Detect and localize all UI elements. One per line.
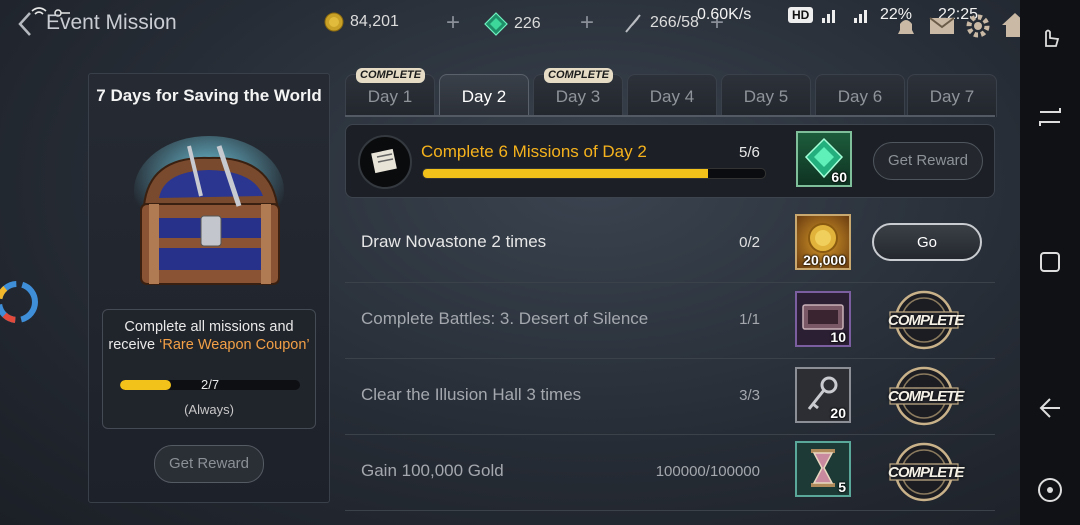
network-speed: 0.60K/s: [697, 6, 752, 23]
tab-label: Day 7: [929, 87, 975, 106]
mission-row: Draw Novastone 2 times 0/2 20,000 Go: [345, 206, 995, 281]
main-mission-progress-fill: [423, 169, 708, 178]
bell-icon[interactable]: [894, 14, 918, 40]
event-summary-panel: 7 Days for Saving the World Complete all…: [88, 73, 330, 503]
gear-icon[interactable]: [964, 12, 992, 40]
complete-badge: COMPLETE: [356, 68, 426, 83]
main-mission-count: 5/6: [739, 144, 760, 161]
mission-count: 1/1: [739, 311, 760, 328]
row-divider: [345, 510, 995, 511]
hourglass-reward[interactable]: 5: [795, 441, 851, 497]
page-title: Event Mission: [46, 11, 177, 34]
event-note: (Always): [184, 402, 234, 417]
tab-label: Day 4: [649, 87, 695, 106]
gold-reward[interactable]: 20,000: [795, 214, 851, 270]
tab-label: Day 3: [555, 87, 601, 106]
add-gold-button[interactable]: +: [446, 9, 460, 37]
mission-count: 100000/100000: [655, 463, 760, 480]
nav-back-icon[interactable]: [1036, 394, 1064, 422]
gem-counter: 226: [484, 12, 541, 36]
complete-stamp: COMPLETE: [888, 440, 964, 504]
ticket-reward[interactable]: 10: [795, 291, 851, 347]
reward-quantity: 20,000: [803, 252, 846, 268]
home-square-icon[interactable]: [1036, 248, 1064, 276]
event-desc-line1: Complete all missions and: [124, 319, 294, 335]
main-mission-title: Complete 6 Missions of Day 2: [421, 142, 647, 161]
event-description-box: Complete all missions and receive ‘Rare …: [102, 309, 316, 429]
event-description: Complete all missions and receive ‘Rare …: [103, 318, 315, 354]
complete-stamp: COMPLETE: [888, 364, 964, 428]
event-title: 7 Days for Saving the World: [96, 86, 322, 105]
event-get-reward-button[interactable]: Get Reward: [154, 445, 264, 483]
tab-day-6[interactable]: Day 6: [815, 74, 905, 117]
hd-badge: HD: [788, 7, 814, 23]
event-desc-prefix: receive: [108, 337, 160, 353]
mission-row: Clear the Illusion Hall 3 times 3/3 20 C…: [345, 359, 995, 434]
tab-label: Day 5: [743, 87, 789, 106]
top-bar: Event Mission 84,201 + 226 + 266/58 + 0.…: [0, 0, 1028, 48]
stamina-counter: 266/58: [622, 12, 699, 34]
complete-label: COMPLETE: [888, 312, 964, 329]
reward-quantity: 60: [831, 169, 847, 185]
main-get-reward-button[interactable]: Get Reward: [873, 142, 983, 180]
tab-label: Day 1: [367, 87, 413, 106]
event-progress-text: 2/7: [201, 377, 220, 392]
reward-quantity: 5: [838, 479, 846, 495]
mission-text: Gain 100,000 Gold: [361, 461, 504, 480]
feather-icon: [625, 14, 641, 33]
recent-apps-icon[interactable]: [1036, 102, 1064, 130]
gold-coin-icon: [324, 12, 344, 32]
complete-badge: COMPLETE: [544, 68, 614, 83]
complete-stamp: COMPLETE: [888, 288, 964, 352]
gem-reward[interactable]: 60: [796, 131, 852, 187]
main-mission-progress-bar: [422, 168, 766, 179]
mission-count: 0/2: [739, 234, 760, 251]
signal-icon: [822, 10, 867, 23]
reward-quantity: 10: [830, 329, 846, 345]
mission-text: Complete Battles: 3. Desert of Silence: [361, 309, 649, 328]
complete-label: COMPLETE: [888, 388, 964, 405]
mission-text: Draw Novastone 2 times: [361, 232, 547, 251]
tab-divider: [345, 115, 995, 117]
mail-icon[interactable]: [928, 14, 956, 38]
event-progress-fill: [120, 380, 172, 390]
key-reward[interactable]: 20: [795, 367, 851, 423]
tab-day-7[interactable]: Day 7: [907, 74, 997, 117]
go-button[interactable]: Go: [872, 223, 982, 261]
gold-counter: 84,201: [324, 12, 399, 32]
reward-quantity: 20: [830, 405, 846, 421]
mission-text: Clear the Illusion Hall 3 times: [361, 385, 582, 404]
tab-day-1[interactable]: COMPLETE Day 1: [345, 68, 435, 117]
tab-label: Day 2: [461, 87, 507, 106]
touch-hand-icon[interactable]: [1036, 22, 1064, 50]
treasure-chest-icon: [134, 136, 284, 285]
gamepad-icon[interactable]: [1036, 476, 1064, 504]
mission-count: 3/3: [739, 387, 760, 404]
reward-highlight: ‘Rare Weapon Coupon’: [159, 337, 310, 353]
gem-amount: 226: [514, 15, 541, 32]
tab-day-3[interactable]: COMPLETE Day 3: [533, 68, 623, 117]
tab-day-5[interactable]: Day 5: [721, 74, 811, 117]
day-main-mission: Complete 6 Missions of Day 2 5/6 60 Get …: [345, 124, 995, 198]
mission-row: Complete Battles: 3. Desert of Silence 1…: [345, 283, 995, 358]
tab-label: Day 6: [837, 87, 883, 106]
scroll-icon: [358, 135, 412, 189]
tab-day-4[interactable]: Day 4: [627, 74, 717, 117]
loading-ring-icon: [0, 281, 38, 323]
add-gem-button[interactable]: +: [580, 9, 594, 37]
gem-icon: [484, 12, 508, 36]
gold-amount: 84,201: [350, 13, 399, 30]
stamina-amount: 266/58: [650, 14, 699, 31]
complete-label: COMPLETE: [888, 464, 964, 481]
mission-row: Gain 100,000 Gold 100000/100000 5 COMPLE…: [345, 435, 995, 510]
tab-day-2[interactable]: Day 2: [439, 74, 529, 117]
system-nav-bar: [1020, 0, 1080, 525]
